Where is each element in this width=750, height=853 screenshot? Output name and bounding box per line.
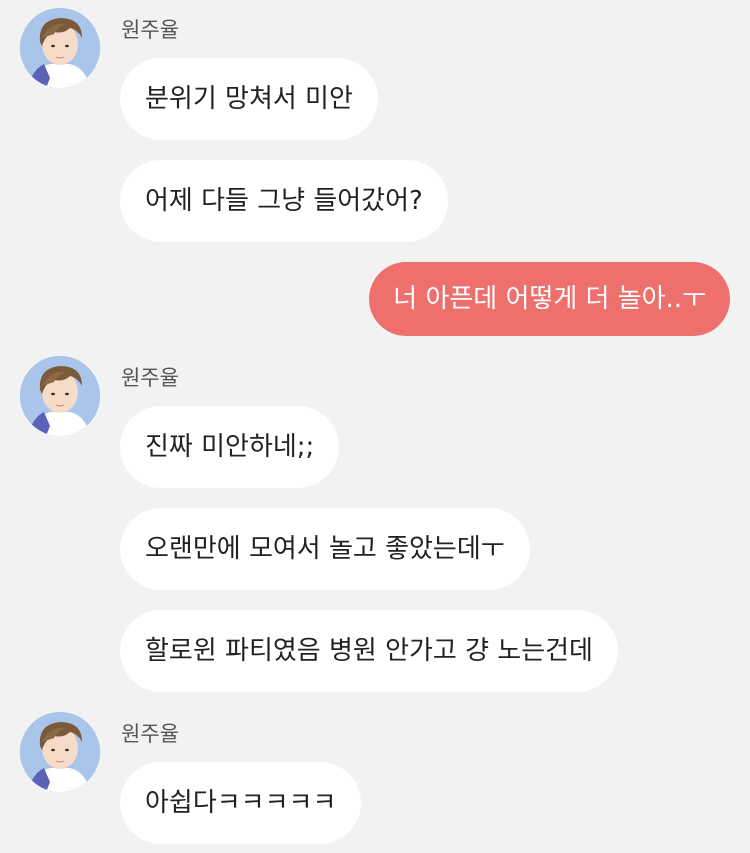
- message-bubble-incoming[interactable]: 할로윈 파티였음 병원 안가고 걍 노는건데: [120, 610, 618, 692]
- avatar-illustration: [20, 356, 100, 436]
- message-bubble-incoming[interactable]: 어제 다들 그냥 들어갔어?: [120, 160, 448, 242]
- message-bubble-incoming[interactable]: 오랜만에 모여서 놀고 좋았는데ㅜ: [120, 508, 530, 590]
- message-bubble-incoming[interactable]: 진짜 미안하네;;: [120, 406, 340, 488]
- message-bubble-incoming[interactable]: 아쉽다ㅋㅋㅋㅋㅋ: [120, 762, 362, 844]
- avatar-illustration: [20, 8, 100, 88]
- message-bubble-outgoing[interactable]: 너 아픈데 어떻게 더 놀아..ㅜ: [369, 262, 730, 336]
- contact-avatar[interactable]: [20, 356, 100, 436]
- sender-name: 원주율: [121, 366, 179, 390]
- contact-avatar[interactable]: [20, 8, 100, 88]
- sender-name: 원주율: [121, 18, 179, 42]
- message-bubble-incoming[interactable]: 분위기 망쳐서 미안: [120, 58, 378, 140]
- sender-name: 원주율: [121, 722, 179, 746]
- contact-avatar[interactable]: [20, 712, 100, 792]
- avatar-illustration: [20, 712, 100, 792]
